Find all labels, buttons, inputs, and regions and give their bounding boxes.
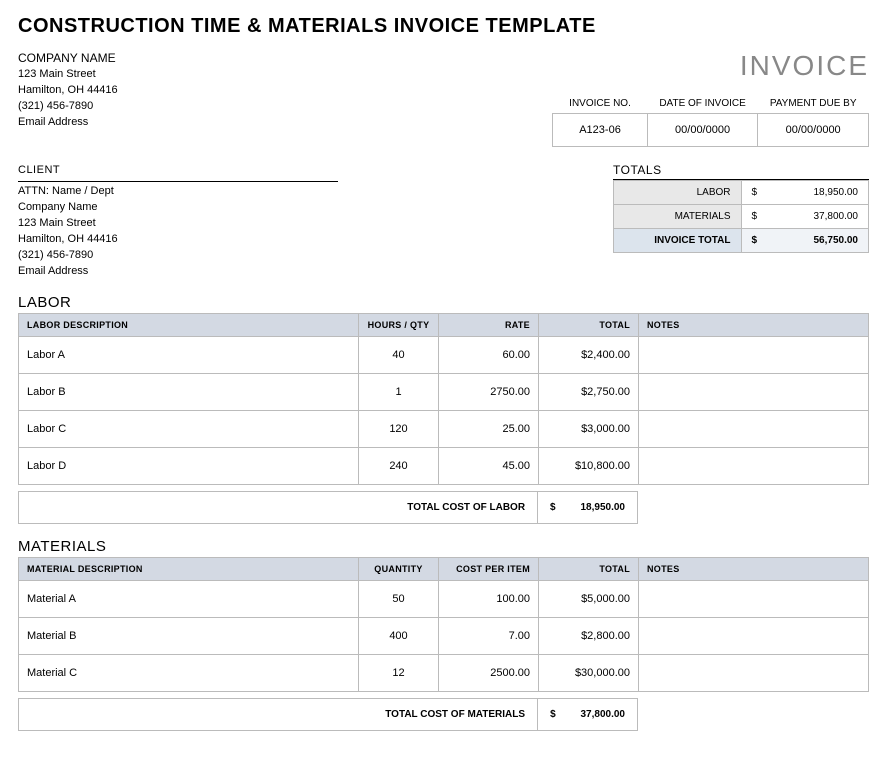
table-row: Labor D24045.00$10,800.00 — [19, 447, 869, 484]
meta-no: A123-06 — [553, 114, 648, 147]
table-row: Labor A4060.00$2,400.00 — [19, 336, 869, 373]
totals-materials-value: $37,800.00 — [741, 205, 869, 229]
labor-header-desc: LABOR DESCRIPTION — [19, 313, 359, 336]
totals-block: TOTALS LABOR $18,950.00 MATERIALS $37,80… — [613, 163, 869, 253]
cell-rate: 45.00 — [439, 447, 539, 484]
meta-header-due: PAYMENT DUE BY — [758, 94, 869, 114]
table-row: Material B4007.00$2,800.00 — [19, 617, 869, 654]
cell-notes — [639, 373, 869, 410]
cell-notes — [639, 654, 869, 691]
cell-notes — [639, 336, 869, 373]
totals-grand-label: INVOICE TOTAL — [614, 229, 742, 253]
cell-desc: Labor D — [19, 447, 359, 484]
cell-rate: 60.00 — [439, 336, 539, 373]
company-email: Email Address — [18, 115, 118, 131]
cell-qty: 120 — [359, 410, 439, 447]
cell-qty: 40 — [359, 336, 439, 373]
cell-total: $2,800.00 — [539, 617, 639, 654]
totals-grand-value: $56,750.00 — [741, 229, 869, 253]
totals-labor-label: LABOR — [614, 181, 742, 205]
doc-title: CONSTRUCTION TIME & MATERIALS INVOICE TE… — [18, 15, 869, 38]
company-phone: (321) 456-7890 — [18, 99, 118, 115]
table-row: Labor B12750.00$2,750.00 — [19, 373, 869, 410]
cell-desc: Labor A — [19, 336, 359, 373]
cell-rate: 2750.00 — [439, 373, 539, 410]
materials-header-notes: NOTES — [639, 557, 869, 580]
client-company: Company Name — [18, 200, 338, 216]
materials-subtotal-table: TOTAL COST OF MATERIALS $37,800.00 — [18, 698, 638, 731]
cell-total: $30,000.00 — [539, 654, 639, 691]
company-name: COMPANY NAME — [18, 50, 118, 67]
materials-subtotal-value: $37,800.00 — [538, 698, 638, 730]
cell-desc: Labor C — [19, 410, 359, 447]
client-street: 123 Main Street — [18, 216, 338, 232]
cell-rate: 100.00 — [439, 580, 539, 617]
labor-subtotal-value: $18,950.00 — [538, 491, 638, 523]
totals-materials-label: MATERIALS — [614, 205, 742, 229]
client-city: Hamilton, OH 44416 — [18, 232, 338, 248]
labor-header-qty: HOURS / QTY — [359, 313, 439, 336]
materials-header-rate: COST PER ITEM — [439, 557, 539, 580]
table-row: Labor C12025.00$3,000.00 — [19, 410, 869, 447]
totals-labor-value: $18,950.00 — [741, 181, 869, 205]
cell-notes — [639, 580, 869, 617]
client-block: CLIENT ATTN: Name / Dept Company Name 12… — [18, 163, 338, 280]
materials-header-qty: QUANTITY — [359, 557, 439, 580]
table-row: Material A50100.00$5,000.00 — [19, 580, 869, 617]
client-header: CLIENT — [18, 163, 338, 182]
materials-header-total: TOTAL — [539, 557, 639, 580]
invoice-label: INVOICE — [552, 50, 869, 82]
meta-header-date: DATE OF INVOICE — [647, 94, 758, 114]
cell-qty: 1 — [359, 373, 439, 410]
cell-desc: Material B — [19, 617, 359, 654]
cell-desc: Material A — [19, 580, 359, 617]
client-attn: ATTN: Name / Dept — [18, 184, 338, 200]
materials-section-title: MATERIALS — [18, 538, 869, 555]
cell-desc: Material C — [19, 654, 359, 691]
cell-desc: Labor B — [19, 373, 359, 410]
cell-total: $2,400.00 — [539, 336, 639, 373]
company-street: 123 Main Street — [18, 67, 118, 83]
client-phone: (321) 456-7890 — [18, 248, 338, 264]
meta-due: 00/00/0000 — [758, 114, 869, 147]
invoice-meta-table: INVOICE NO. DATE OF INVOICE PAYMENT DUE … — [552, 94, 869, 147]
cell-total: $3,000.00 — [539, 410, 639, 447]
cell-qty: 50 — [359, 580, 439, 617]
cell-rate: 25.00 — [439, 410, 539, 447]
labor-table: LABOR DESCRIPTION HOURS / QTY RATE TOTAL… — [18, 313, 869, 485]
cell-total: $2,750.00 — [539, 373, 639, 410]
materials-subtotal-label: TOTAL COST OF MATERIALS — [19, 698, 538, 730]
labor-header-rate: RATE — [439, 313, 539, 336]
company-city: Hamilton, OH 44416 — [18, 83, 118, 99]
cell-qty: 240 — [359, 447, 439, 484]
company-block: COMPANY NAME 123 Main Street Hamilton, O… — [18, 50, 118, 131]
labor-header-total: TOTAL — [539, 313, 639, 336]
labor-subtotal-label: TOTAL COST OF LABOR — [19, 491, 538, 523]
labor-section-title: LABOR — [18, 294, 869, 311]
materials-header-desc: MATERIAL DESCRIPTION — [19, 557, 359, 580]
materials-table: MATERIAL DESCRIPTION QUANTITY COST PER I… — [18, 557, 869, 692]
cell-notes — [639, 617, 869, 654]
cell-rate: 7.00 — [439, 617, 539, 654]
cell-rate: 2500.00 — [439, 654, 539, 691]
cell-notes — [639, 447, 869, 484]
cell-qty: 12 — [359, 654, 439, 691]
meta-header-no: INVOICE NO. — [553, 94, 648, 114]
cell-notes — [639, 410, 869, 447]
client-email: Email Address — [18, 264, 338, 280]
cell-total: $5,000.00 — [539, 580, 639, 617]
table-row: Material C122500.00$30,000.00 — [19, 654, 869, 691]
totals-header: TOTALS — [613, 163, 869, 180]
labor-subtotal-table: TOTAL COST OF LABOR $18,950.00 — [18, 491, 638, 524]
cell-total: $10,800.00 — [539, 447, 639, 484]
meta-date: 00/00/0000 — [647, 114, 758, 147]
cell-qty: 400 — [359, 617, 439, 654]
labor-header-notes: NOTES — [639, 313, 869, 336]
